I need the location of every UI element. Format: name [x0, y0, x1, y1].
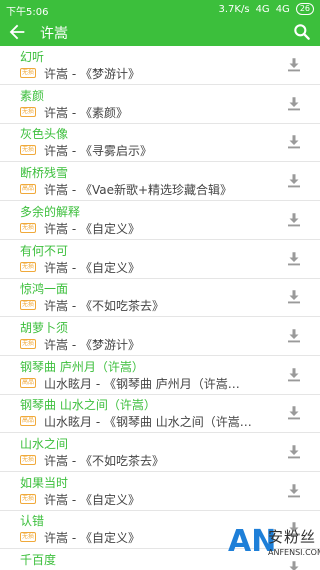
song-title: 钢琴曲 山水之间（许嵩） — [20, 398, 156, 412]
song-row[interactable]: 胡萝卜须无损 许嵩 - 《梦游计》 — [0, 317, 320, 356]
quality-badge: 高品 — [20, 184, 37, 194]
song-title: 惊鸿一面 — [20, 282, 69, 296]
song-row[interactable]: 钢琴曲 庐州月（许嵩） 高品 山水眩月 - 《钢琴曲 庐州月（许嵩… — [0, 356, 320, 395]
song-artist-album: 许嵩 - 《寻雾启示》 — [44, 144, 152, 158]
quality-badge: 无损 — [20, 145, 37, 155]
download-icon[interactable] — [285, 443, 303, 461]
song-row[interactable]: 惊鸿一面无损 许嵩 - 《不如吃茶去》 — [0, 278, 320, 317]
watermark-logo: AN 安粉丝 ANFENSI.COM — [228, 520, 320, 570]
quality-badge: 高品 — [20, 416, 37, 426]
download-icon[interactable] — [285, 327, 303, 345]
song-artist-album: 许嵩 - 《自定义》 — [44, 261, 140, 275]
network-speed: 3.7K/s — [218, 3, 250, 15]
song-row[interactable]: 钢琴曲 山水之间（许嵩） 高品 山水眩月 - 《钢琴曲 山水之间（许嵩… — [0, 394, 320, 433]
status-bar: 下午5:06 3.7K/s 4G 4G 26 — [0, 0, 320, 18]
page-title: 许嵩 — [40, 26, 68, 42]
song-artist-album: 许嵩 - 《梦游计》 — [44, 338, 140, 352]
signal-1: 4G — [255, 3, 270, 15]
song-row[interactable]: 山水之间无损 许嵩 - 《不如吃茶去》 — [0, 433, 320, 472]
quality-badge: 无损 — [20, 68, 37, 78]
song-title: 多余的解释 — [20, 205, 81, 219]
song-artist-album: 许嵩 - 《Vae新歌+精选珍藏合辑》 — [44, 183, 233, 197]
download-icon[interactable] — [285, 482, 303, 500]
song-row[interactable]: 断桥残雪高品 许嵩 - 《Vae新歌+精选珍藏合辑》 — [0, 162, 320, 201]
download-icon[interactable] — [285, 366, 303, 384]
song-title: 灰色头像 — [20, 127, 69, 141]
watermark-domain: ANFENSI.COM — [268, 548, 320, 557]
song-title: 钢琴曲 庐州月（许嵩） — [20, 360, 144, 374]
quality-badge: 无损 — [20, 455, 37, 465]
download-icon[interactable] — [285, 133, 303, 151]
arrow-left-icon[interactable] — [6, 21, 28, 43]
quality-badge: 无损 — [20, 223, 37, 233]
song-title: 如果当时 — [20, 476, 69, 490]
song-title: 幻听 — [20, 50, 45, 64]
song-row[interactable]: 多余的解释无损 许嵩 - 《自定义》 — [0, 201, 320, 240]
download-icon[interactable] — [285, 95, 303, 113]
song-title: 素颜 — [20, 89, 45, 103]
quality-badge: 无损 — [20, 300, 37, 310]
song-artist-album: 许嵩 - 《不如吃茶去》 — [44, 299, 164, 313]
song-title: 山水之间 — [20, 437, 69, 451]
song-artist-album: 许嵩 - 《自定义》 — [44, 222, 140, 236]
song-row[interactable]: 幻听无损 许嵩 - 《梦游计》 — [0, 46, 320, 85]
song-row[interactable]: 灰色头像无损 许嵩 - 《寻雾启示》 — [0, 123, 320, 162]
watermark-name: 安粉丝 — [268, 528, 317, 546]
download-icon[interactable] — [285, 404, 303, 422]
download-icon[interactable] — [285, 288, 303, 306]
signal-2: 4G — [275, 3, 290, 15]
quality-badge: 无损 — [20, 532, 37, 542]
song-title: 胡萝卜须 — [20, 321, 69, 335]
song-list: 幻听 无损 许嵩 - 《梦游计》 素颜 无损 许嵩 - 《素颜》 灰色头像 无损 许嵩 - 《寻… — [0, 46, 320, 570]
quality-badge: 高品 — [20, 378, 37, 388]
download-icon[interactable] — [285, 56, 303, 74]
song-artist-album: 山水眩月 - 《钢琴曲 庐州月（许嵩… — [44, 377, 240, 391]
song-artist-album: 山水眩月 - 《钢琴曲 山水之间（许嵩… — [44, 415, 252, 429]
quality-badge: 无损 — [20, 262, 37, 272]
download-icon[interactable] — [285, 172, 303, 190]
battery-indicator: 26 — [295, 3, 314, 15]
song-row[interactable]: 如果当时无损 许嵩 - 《自定义》 — [0, 472, 320, 511]
search-icon[interactable] — [292, 22, 312, 42]
song-title: 认错 — [20, 514, 45, 528]
song-row[interactable]: 素颜无损 许嵩 - 《素颜》 — [0, 85, 320, 124]
download-icon[interactable] — [285, 211, 303, 229]
song-artist-album: 许嵩 - 《自定义》 — [44, 493, 140, 507]
quality-badge: 无损 — [20, 339, 37, 349]
song-title: 有何不可 — [20, 244, 69, 258]
song-artist-album: 许嵩 - 《素颜》 — [44, 106, 128, 120]
quality-badge: 无损 — [20, 107, 37, 117]
song-row[interactable]: 有何不可无损 许嵩 - 《自定义》 — [0, 240, 320, 279]
quality-badge: 无损 — [20, 494, 37, 504]
song-title: 断桥残雪 — [20, 166, 69, 180]
download-icon[interactable] — [285, 250, 303, 268]
app-header: 许嵩 — [0, 18, 320, 46]
song-artist-album: 许嵩 - 《不如吃茶去》 — [44, 454, 164, 468]
status-time: 下午5:06 — [6, 7, 49, 18]
song-title: 千百度 — [20, 553, 57, 567]
song-artist-album: 许嵩 - 《梦游计》 — [44, 67, 140, 81]
